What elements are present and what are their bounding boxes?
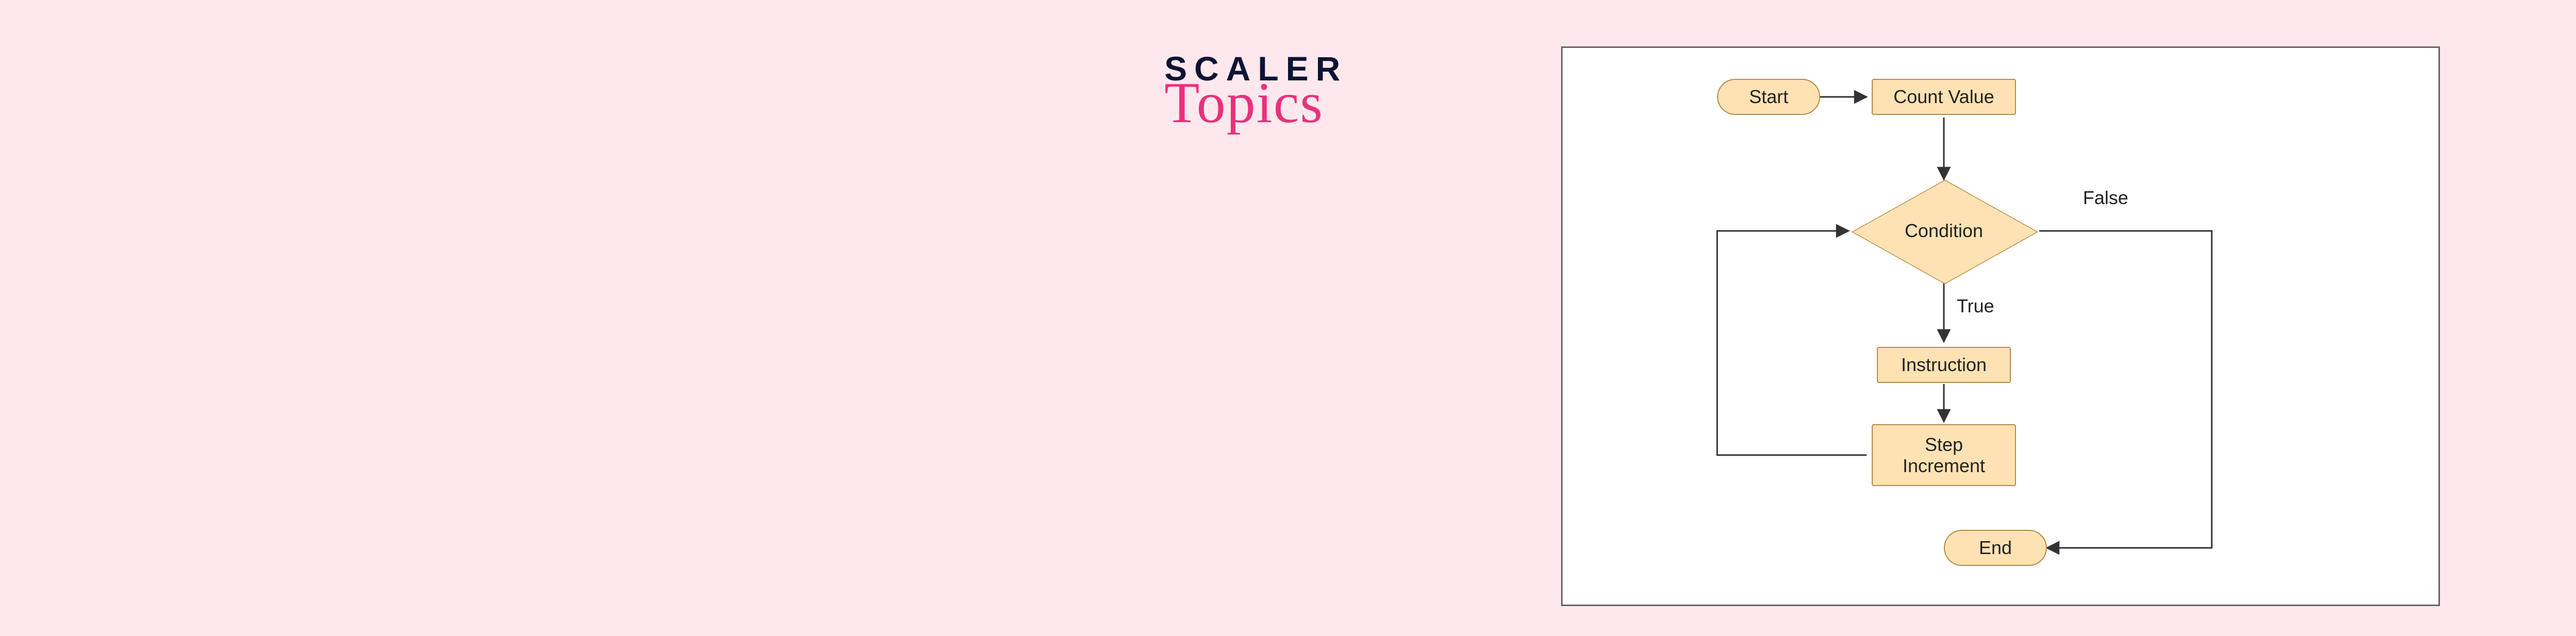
node-start: Start bbox=[1717, 79, 1820, 115]
scaler-topics-logo: SCALER Topics bbox=[1164, 52, 1401, 127]
node-count-value: Count Value bbox=[1872, 79, 2016, 115]
node-end-label: End bbox=[1979, 537, 2012, 558]
flowchart-panel: Start Count Value Condition True False I… bbox=[1561, 46, 2440, 606]
edge-label-false: False bbox=[2083, 187, 2128, 209]
node-condition-label: Condition bbox=[1851, 179, 2037, 282]
node-count-value-label: Count Value bbox=[1893, 86, 1994, 107]
node-step-increment: Step Increment bbox=[1872, 424, 2016, 486]
node-condition: Condition bbox=[1851, 179, 2037, 282]
logo-line2: Topics bbox=[1164, 80, 1401, 127]
node-step-increment-label: Step Increment bbox=[1903, 434, 1985, 477]
node-instruction-label: Instruction bbox=[1901, 354, 1987, 375]
node-end: End bbox=[1944, 530, 2047, 566]
node-instruction: Instruction bbox=[1877, 347, 2011, 383]
flowchart-arrows bbox=[1563, 48, 2438, 605]
edge-label-true: True bbox=[1957, 295, 1994, 317]
node-start-label: Start bbox=[1749, 86, 1788, 107]
